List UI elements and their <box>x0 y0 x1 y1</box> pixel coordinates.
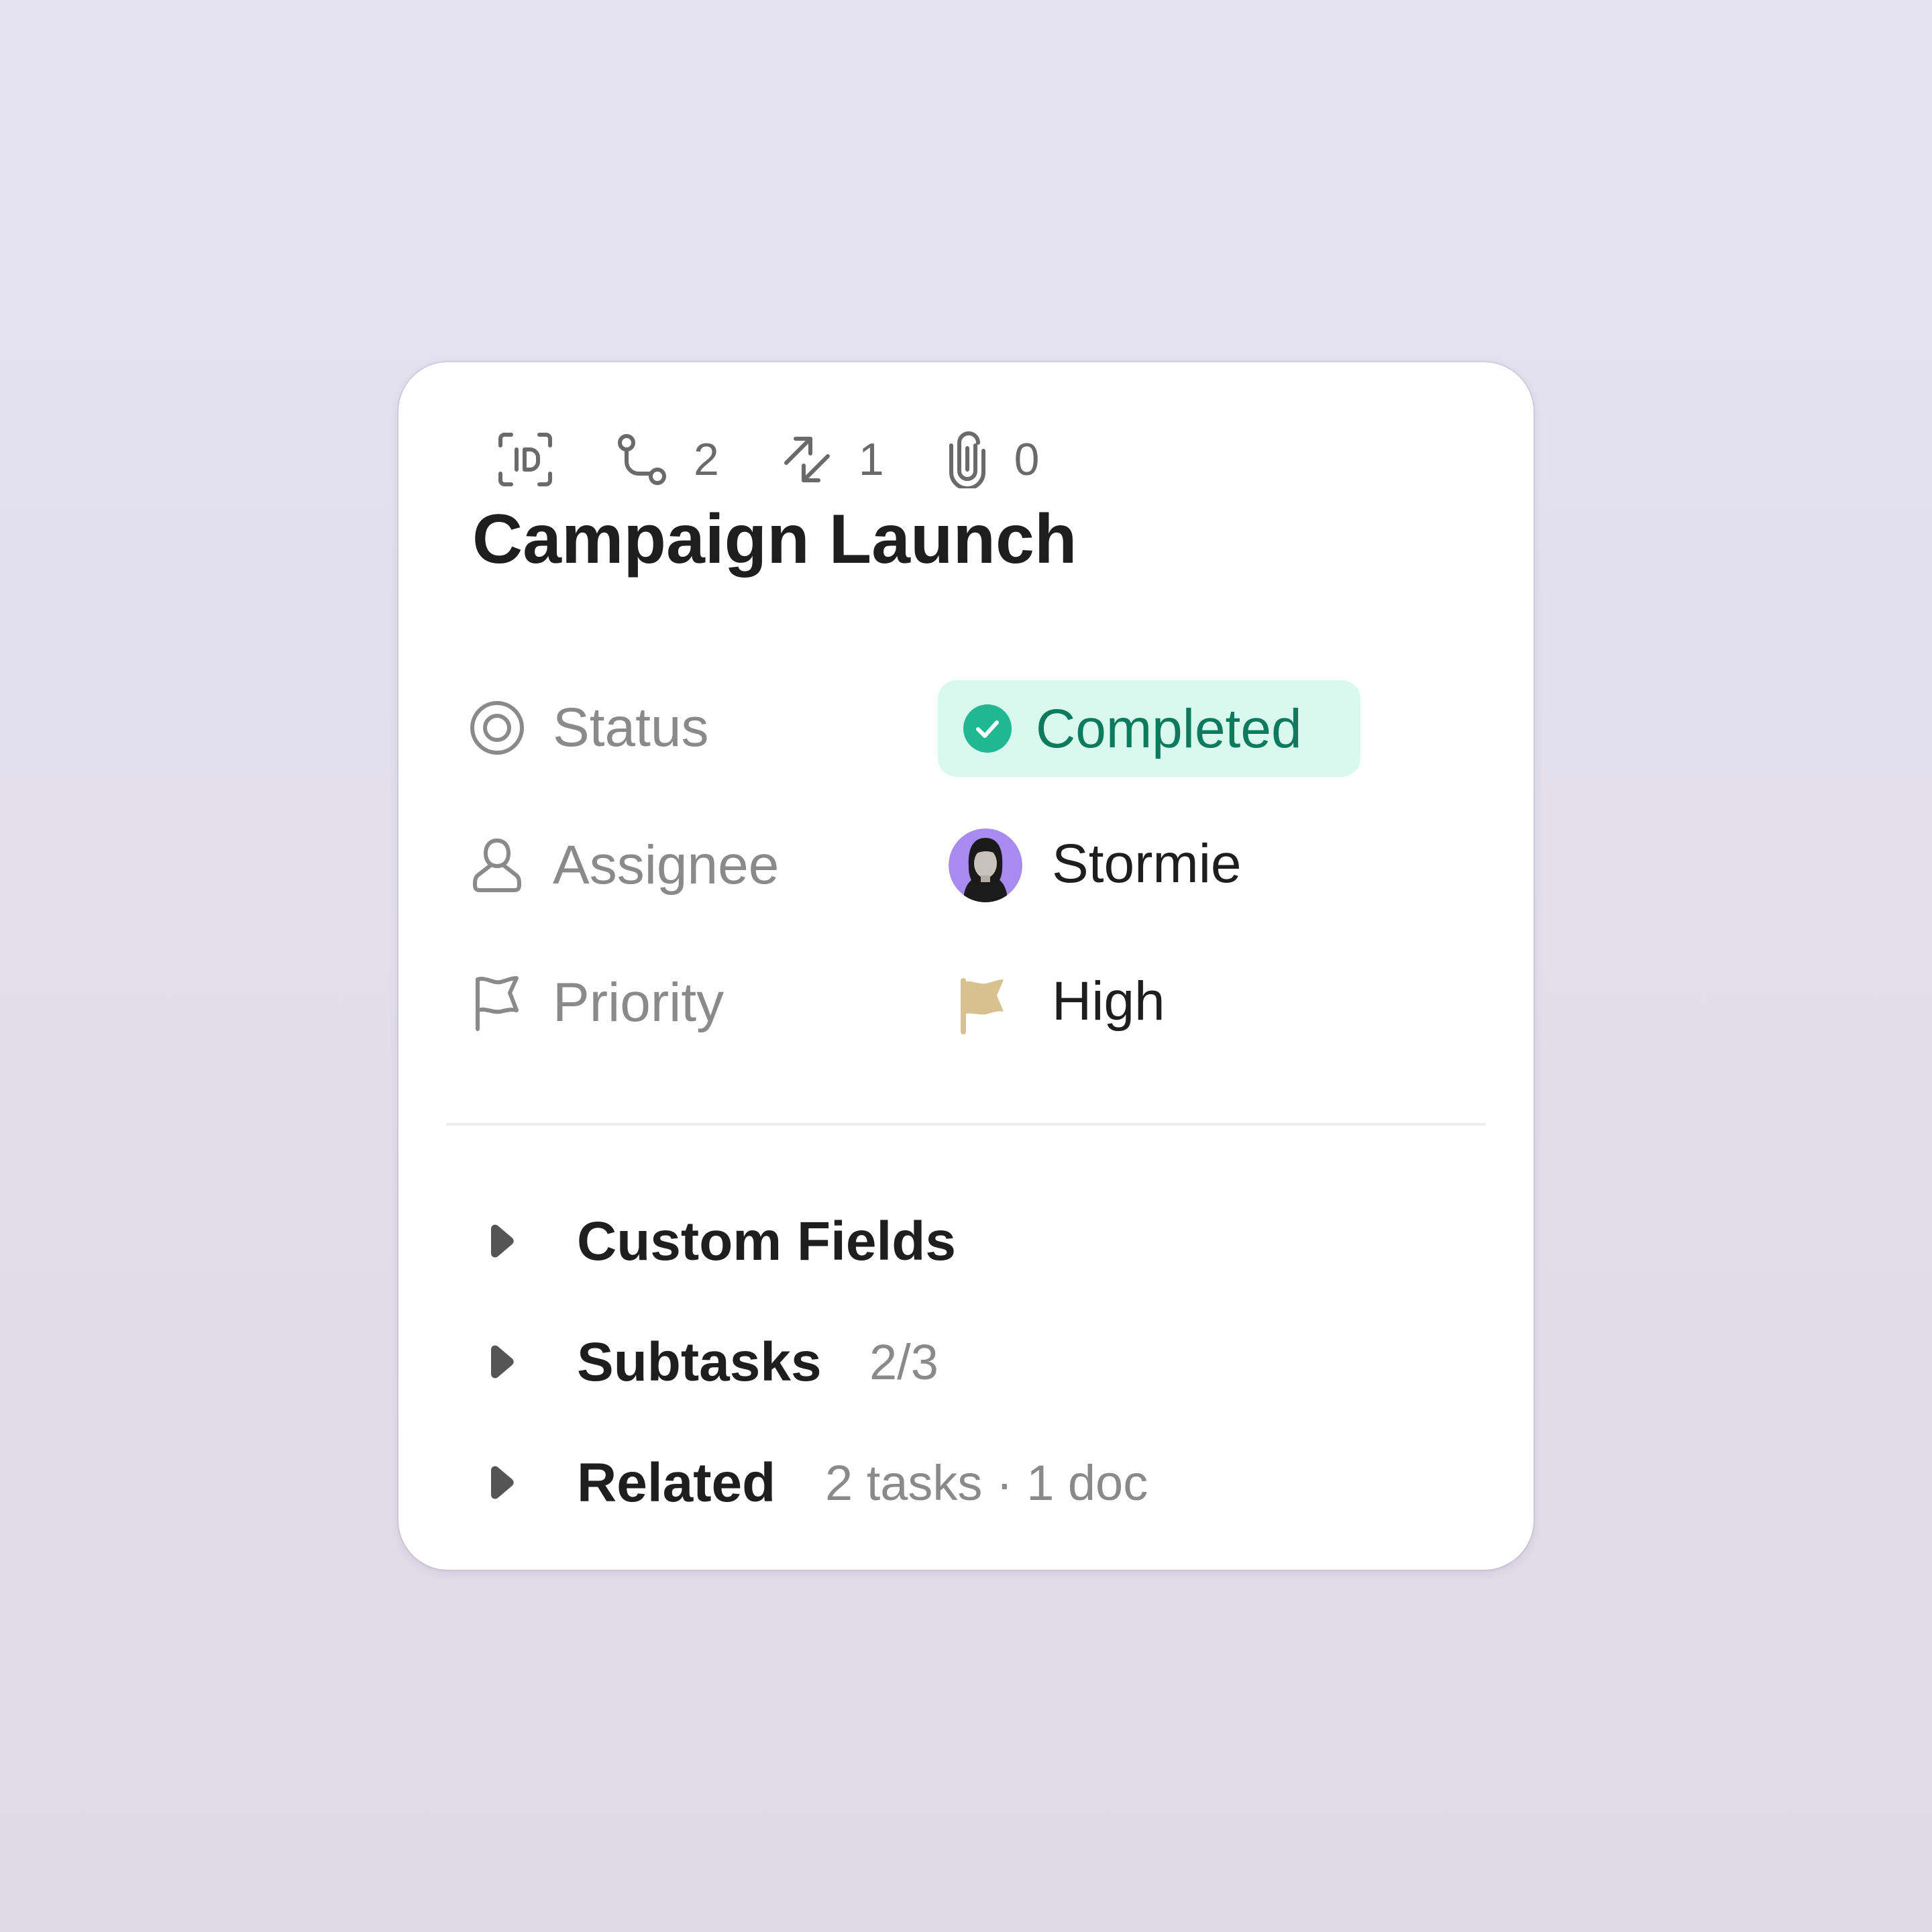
task-card: 2 1 0 Campaign Launch Status Completed A… <box>398 362 1534 1570</box>
task-title[interactable]: Campaign Launch <box>472 500 1077 580</box>
section-title: Subtasks <box>577 1332 822 1393</box>
flag-filled-icon[interactable] <box>958 977 1008 1034</box>
section-subtasks[interactable]: Subtasks 2/3 <box>398 1322 1534 1402</box>
status-badge[interactable]: Completed <box>938 680 1360 777</box>
arrows-swap-icon <box>784 437 830 482</box>
priority-row: Priority High <box>398 953 1534 1053</box>
subtasks-progress: 2/3 <box>869 1334 938 1390</box>
subtasks-count: 2 <box>694 434 719 485</box>
caret-right-icon <box>491 1466 514 1499</box>
id-icon <box>498 433 552 486</box>
assignee-label: Assignee <box>553 835 780 896</box>
caret-right-icon <box>491 1224 514 1258</box>
links-count: 1 <box>858 434 884 485</box>
related-summary: 2 tasks · 1 doc <box>825 1455 1148 1511</box>
assignee-row: Assignee Stormie <box>398 815 1534 916</box>
status-label: Status <box>553 697 709 758</box>
divider <box>447 1123 1485 1126</box>
section-title: Related <box>577 1452 776 1513</box>
section-related[interactable]: Related 2 tasks · 1 doc <box>398 1442 1534 1523</box>
priority-value: High <box>1052 971 1165 1032</box>
assignee-value: Stormie <box>1052 833 1242 894</box>
section-title: Custom Fields <box>577 1211 956 1272</box>
attachments-count: 0 <box>1014 434 1040 485</box>
priority-label: Priority <box>553 972 724 1033</box>
task-id-button[interactable] <box>496 431 554 488</box>
check-circle-icon <box>963 704 1012 753</box>
links-count-button[interactable]: 1 <box>781 433 884 486</box>
avatar[interactable] <box>949 828 1022 902</box>
status-row: Status Completed <box>398 678 1534 778</box>
attachments-count-button[interactable]: 0 <box>946 431 1040 488</box>
person-icon <box>473 839 521 892</box>
task-meta-row: 2 1 0 <box>496 429 1101 490</box>
avatar-image <box>949 828 1022 902</box>
route-icon <box>618 434 666 485</box>
paperclip-icon <box>949 431 985 488</box>
flag-outline-icon <box>476 976 519 1031</box>
caret-right-icon <box>491 1345 514 1379</box>
section-custom-fields[interactable]: Custom Fields <box>398 1201 1534 1281</box>
subtasks-count-button[interactable]: 2 <box>616 432 719 487</box>
target-icon <box>470 701 524 755</box>
status-value: Completed <box>1036 698 1302 759</box>
